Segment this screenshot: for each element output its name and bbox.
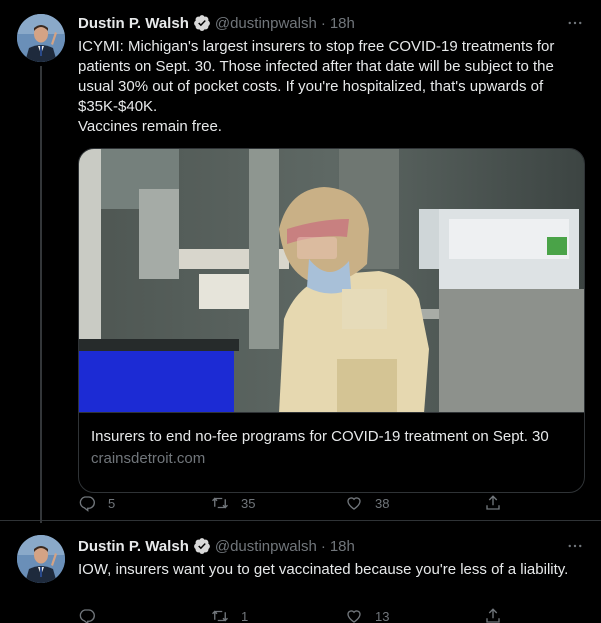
like-button[interactable]: 38 [345,493,389,513]
like-button[interactable]: 13 [345,606,389,623]
thread-connector-line [40,66,42,523]
retweet-icon [212,610,228,622]
share-icon [486,495,500,510]
author-name[interactable]: Dustin P. Walsh [78,538,189,555]
share-button[interactable] [484,606,502,623]
verified-icon [193,537,211,555]
author-handle[interactable]: @dustinpwalsh [215,15,317,32]
like-icon [347,610,361,623]
timestamp[interactable]: 18h [330,15,355,32]
like-icon [347,497,361,510]
tweet-header: Dustin P. Walsh @dustinpwalsh · 18h [78,13,585,33]
avatar[interactable] [17,14,65,62]
card-image [79,149,584,413]
tweet-actions: 1 13 [78,606,500,623]
timestamp[interactable]: 18h [330,538,355,555]
reply-icon [79,609,95,623]
tweet-header: Dustin P. Walsh @dustinpwalsh · 18h [78,536,585,556]
separator: · [320,14,326,32]
link-card[interactable]: Insurers to end no-fee programs for COVI… [78,148,585,493]
tweet-text: ICYMI: Michigan's largest insurers to st… [78,38,555,135]
avatar[interactable] [17,535,65,583]
retweet-count: 1 [241,608,249,623]
more-icon[interactable] [565,13,585,33]
author-name[interactable]: Dustin P. Walsh [78,15,189,32]
card-title[interactable]: Insurers to end no-fee programs for COVI… [91,427,572,447]
more-icon[interactable] [565,536,585,556]
author-handle[interactable]: @dustinpwalsh [215,538,317,555]
retweet-icon [212,497,228,509]
reply-button[interactable] [78,606,108,623]
retweet-button[interactable]: 1 [211,606,248,623]
tweet-text: IOW, insurers want you to get vaccinated… [78,561,569,578]
reply-icon [79,496,95,512]
tweet[interactable]: Dustin P. Walsh @dustinpwalsh · 18h IOW,… [0,522,601,623]
like-count: 38 [375,495,390,511]
card-domain: crainsdetroit.com [91,450,206,467]
share-icon [486,608,500,623]
tweet[interactable]: Dustin P. Walsh @dustinpwalsh · 18h ICYM… [0,0,601,523]
reply-button[interactable]: 5 [78,493,115,513]
verified-icon [193,14,211,32]
like-count: 13 [375,608,390,623]
retweet-button[interactable]: 35 [211,493,255,513]
share-button[interactable] [484,493,502,513]
retweet-count: 35 [241,495,256,511]
tweet-actions: 5 35 38 [78,493,500,513]
reply-count: 5 [108,495,116,511]
separator: · [320,537,326,555]
